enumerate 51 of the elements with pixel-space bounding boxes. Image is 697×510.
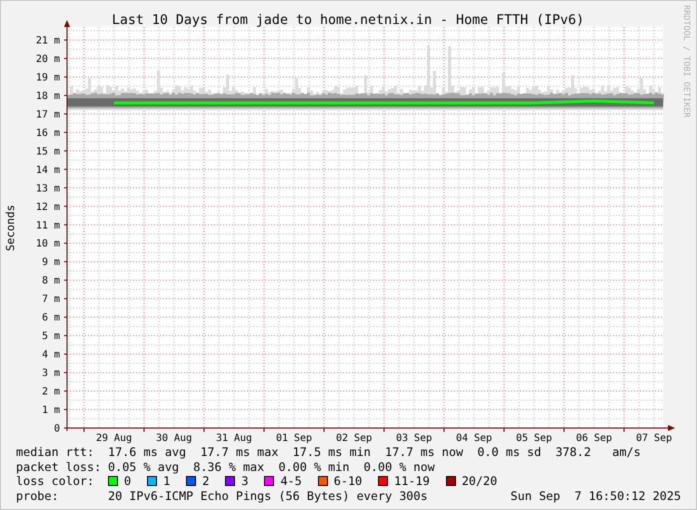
legend-text: 17.6 ms avg 17.7 ms max 17.5 ms min 17.7 ms now 0.0 ms sd 378.2 am/s <box>108 445 641 460</box>
axis-tick-label: 8 m <box>42 276 60 287</box>
axis-tick-label: 20 m <box>36 54 60 65</box>
legend-text: 20 IPv6-ICMP Echo Pings (56 Bytes) every 300s <box>108 488 428 503</box>
legend-text: 6-10 <box>334 474 362 488</box>
axis-tick-label: 01 Sep <box>276 433 312 444</box>
axis-tick-label: 04 Sep <box>456 433 492 444</box>
legend-text: 2 <box>202 474 210 488</box>
axis-tick-label: 10 m <box>36 238 60 250</box>
axis-tick-label: 3 m <box>42 368 60 380</box>
axis-tick-label: 03 Sep <box>396 433 432 444</box>
axis-tick-label: 21 m <box>36 36 60 46</box>
legend-text: 1 <box>163 474 170 488</box>
axis-tick-label: 14 m <box>36 164 60 176</box>
legend-text: 0 <box>124 474 132 488</box>
axis-tick-label: 15 m <box>36 146 60 158</box>
axis-tick-label: 7 m <box>42 294 60 306</box>
axis-tick-label: 31 Aug <box>216 433 252 444</box>
legend-label: loss color: <box>16 474 96 488</box>
axis-tick-label: 30 Aug <box>156 433 192 444</box>
axis-tick-label: 19 m <box>36 72 60 84</box>
watermark-text: RRDTOOL / TOBI OETIKER <box>681 5 691 118</box>
chart-title: Last 10 Days from jade to home.netnix.in - Home FTTH (IPv6) <box>112 13 584 28</box>
legend-label: median rtt: <box>16 445 96 460</box>
axis-tick-label: 2 m <box>42 386 60 398</box>
legend-text: 20/20 <box>462 474 498 488</box>
axis-tick-label: 5 m <box>42 331 60 342</box>
axis-tick-label: 9 m <box>42 257 60 268</box>
legend-text: 11-19 <box>394 474 430 488</box>
axis-tick-label: 16 m <box>36 128 60 139</box>
legend-text: 0.05 % avg 8.36 % max 0.00 % min 0.00 % now <box>108 460 435 474</box>
axis-tick-label: 18 m <box>36 90 60 102</box>
axis-tick-label: 06 Sep <box>576 433 612 444</box>
axis-tick-label: 11 m <box>36 220 60 232</box>
axis-tick-label: 02 Sep <box>336 433 372 444</box>
legend-label: probe: <box>16 488 60 503</box>
axis-tick-label: 4 m <box>42 350 60 361</box>
legend-text: 3 <box>241 474 248 488</box>
axis-tick-label: 29 Aug <box>96 433 132 444</box>
axis-tick-label: 05 Sep <box>516 433 552 444</box>
axis-tick-label: 6 m <box>42 312 60 324</box>
timestamp: Sun Sep 7 16:50:12 2025 <box>510 488 681 503</box>
axis-tick-label: 07 Sep <box>636 433 672 444</box>
axis-tick-label: 1 m <box>42 405 60 416</box>
legend-text: 4-5 <box>280 474 302 488</box>
axis-tick-label: 13 m <box>36 183 60 194</box>
axis-tick-label: 0 <box>54 424 60 434</box>
legend-label: packet loss: <box>16 460 102 474</box>
y-axis-title: Seconds <box>4 204 17 252</box>
axis-tick-label: 17 m <box>36 109 60 120</box>
axis-tick-label: 12 m <box>36 202 60 213</box>
